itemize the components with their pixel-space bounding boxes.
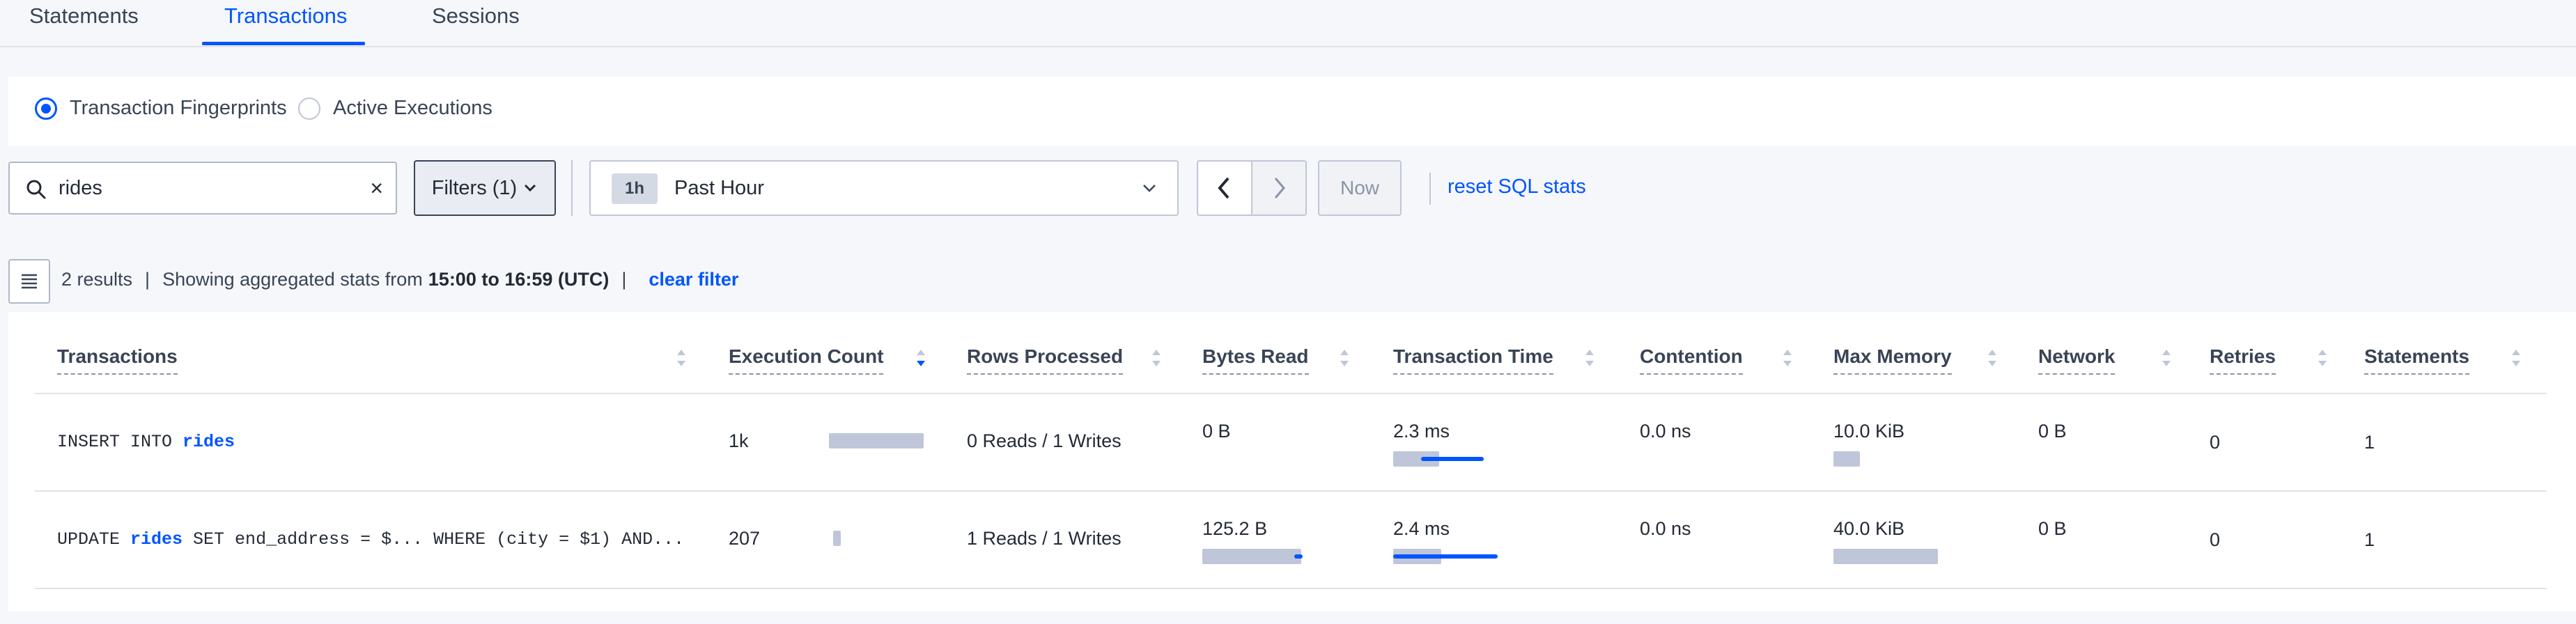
bytes-read: 125.2 B xyxy=(1202,518,1268,539)
transaction-time-deviation-line xyxy=(1393,554,1498,559)
contention: 0.0 ns xyxy=(1640,518,1691,539)
column-header-contention[interactable]: Contention xyxy=(1640,345,1743,375)
filters-button[interactable]: Filters (1) xyxy=(414,160,556,216)
retries: 0 xyxy=(2210,432,2221,453)
radio-unselected-icon xyxy=(298,97,320,120)
max-memory: 10.0 KiB xyxy=(1833,421,1905,442)
tab-statements[interactable]: Statements xyxy=(29,0,139,47)
row-divider xyxy=(35,588,2547,589)
transactions-table: Transactions Execution Count Rows Proces… xyxy=(8,312,2576,611)
sort-icon[interactable] xyxy=(1339,347,1350,369)
network: 0 B xyxy=(2038,518,2067,539)
chevron-right-icon xyxy=(1274,178,1285,198)
filters-label: Filters (1) xyxy=(431,176,518,199)
now-button[interactable]: Now xyxy=(1318,160,1402,216)
rows-processed: 1 Reads / 1 Writes xyxy=(967,528,1122,549)
network: 0 B xyxy=(2038,421,2067,442)
transaction-sql[interactable]: UPDATE rides SET end_address = $... WHER… xyxy=(57,529,684,549)
contention: 0.0 ns xyxy=(1640,421,1691,442)
results-summary: 2 results | Showing aggregated stats fro… xyxy=(61,269,738,290)
chevron-down-icon xyxy=(1143,185,1156,192)
list-icon xyxy=(22,274,37,289)
summary-text: Showing aggregated stats from xyxy=(162,269,423,290)
chevron-left-icon xyxy=(1218,177,1229,199)
column-header-max-memory[interactable]: Max Memory xyxy=(1833,345,1952,375)
column-header-network[interactable]: Network xyxy=(2038,345,2116,375)
sort-icon[interactable] xyxy=(2161,347,2172,369)
time-range-label: Past Hour xyxy=(674,177,764,199)
search-value: rides xyxy=(59,177,102,199)
column-header-rows-processed[interactable]: Rows Processed xyxy=(967,345,1124,375)
bytes-read-bar xyxy=(1202,549,1301,564)
time-range-badge: 1h xyxy=(612,173,658,204)
separator: | xyxy=(621,269,627,290)
column-header-transactions[interactable]: Transactions xyxy=(57,345,178,375)
column-header-statements[interactable]: Statements xyxy=(2364,345,2469,375)
execution-count-bar xyxy=(833,531,841,546)
transaction-sql[interactable]: INSERT INTO rides xyxy=(57,432,235,452)
time-range-select[interactable]: 1h Past Hour xyxy=(589,160,1179,216)
transaction-time: 2.4 ms xyxy=(1393,518,1450,539)
column-header-execution-count[interactable]: Execution Count xyxy=(729,345,884,375)
radio-active-executions[interactable]: Active Executions xyxy=(298,97,492,120)
sort-descending-icon[interactable] xyxy=(915,347,926,369)
retries: 0 xyxy=(2210,529,2221,550)
header-divider xyxy=(35,393,2547,394)
sort-icon[interactable] xyxy=(1584,347,1595,369)
search-input[interactable]: rides × xyxy=(8,162,397,214)
active-tab-indicator xyxy=(202,42,365,45)
sort-icon[interactable] xyxy=(676,347,687,369)
clear-search-icon[interactable]: × xyxy=(370,163,383,213)
sort-icon[interactable] xyxy=(2317,347,2328,369)
radio-transaction-fingerprints[interactable]: Transaction Fingerprints xyxy=(35,97,287,120)
now-label: Now xyxy=(1340,177,1379,198)
column-selector-button[interactable] xyxy=(8,259,50,304)
radio-label: Active Executions xyxy=(333,97,492,119)
bytes-read: 0 B xyxy=(1202,421,1231,442)
execution-count-bar xyxy=(829,433,924,448)
row-divider xyxy=(35,490,2547,492)
statements: 1 xyxy=(2364,432,2375,453)
tab-sessions[interactable]: Sessions xyxy=(432,0,520,47)
chevron-down-icon xyxy=(525,184,536,192)
max-memory: 40.0 KiB xyxy=(1833,518,1905,539)
search-icon xyxy=(26,180,46,199)
bytes-read-deviation-line xyxy=(1294,554,1303,559)
separator: | xyxy=(145,269,150,290)
reset-sql-stats-link[interactable]: reset SQL stats xyxy=(1448,176,1586,198)
statements: 1 xyxy=(2364,529,2375,550)
column-header-retries[interactable]: Retries xyxy=(2210,345,2276,375)
tab-transactions[interactable]: Transactions xyxy=(224,0,347,47)
max-memory-bar xyxy=(1833,451,1860,467)
column-header-transaction-time[interactable]: Transaction Time xyxy=(1393,345,1553,375)
results-count: 2 results xyxy=(61,269,133,290)
transaction-time: 2.3 ms xyxy=(1393,421,1450,442)
column-header-bytes-read[interactable]: Bytes Read xyxy=(1202,345,1309,375)
sort-icon[interactable] xyxy=(1987,347,1998,369)
radio-label: Transaction Fingerprints xyxy=(70,97,287,119)
next-time-button[interactable] xyxy=(1251,160,1307,216)
radio-selected-icon xyxy=(35,97,57,120)
sort-icon[interactable] xyxy=(1151,347,1162,369)
execution-count: 207 xyxy=(729,528,761,549)
execution-count: 1k xyxy=(729,430,749,451)
max-memory-bar xyxy=(1833,549,1938,564)
rows-processed: 0 Reads / 1 Writes xyxy=(967,430,1122,451)
clear-filter-link[interactable]: clear filter xyxy=(649,269,738,290)
previous-time-button[interactable] xyxy=(1197,160,1252,216)
transaction-time-deviation-line xyxy=(1421,457,1484,461)
view-mode-panel: Transaction Fingerprints Active Executio… xyxy=(8,77,2576,146)
divider xyxy=(1429,173,1431,205)
sort-icon[interactable] xyxy=(2511,347,2522,369)
sort-icon[interactable] xyxy=(1782,347,1793,369)
divider xyxy=(571,160,573,216)
page-tabs: Statements Transactions Sessions xyxy=(0,0,2576,47)
summary-time-range: 15:00 to 16:59 (UTC) xyxy=(428,269,610,290)
